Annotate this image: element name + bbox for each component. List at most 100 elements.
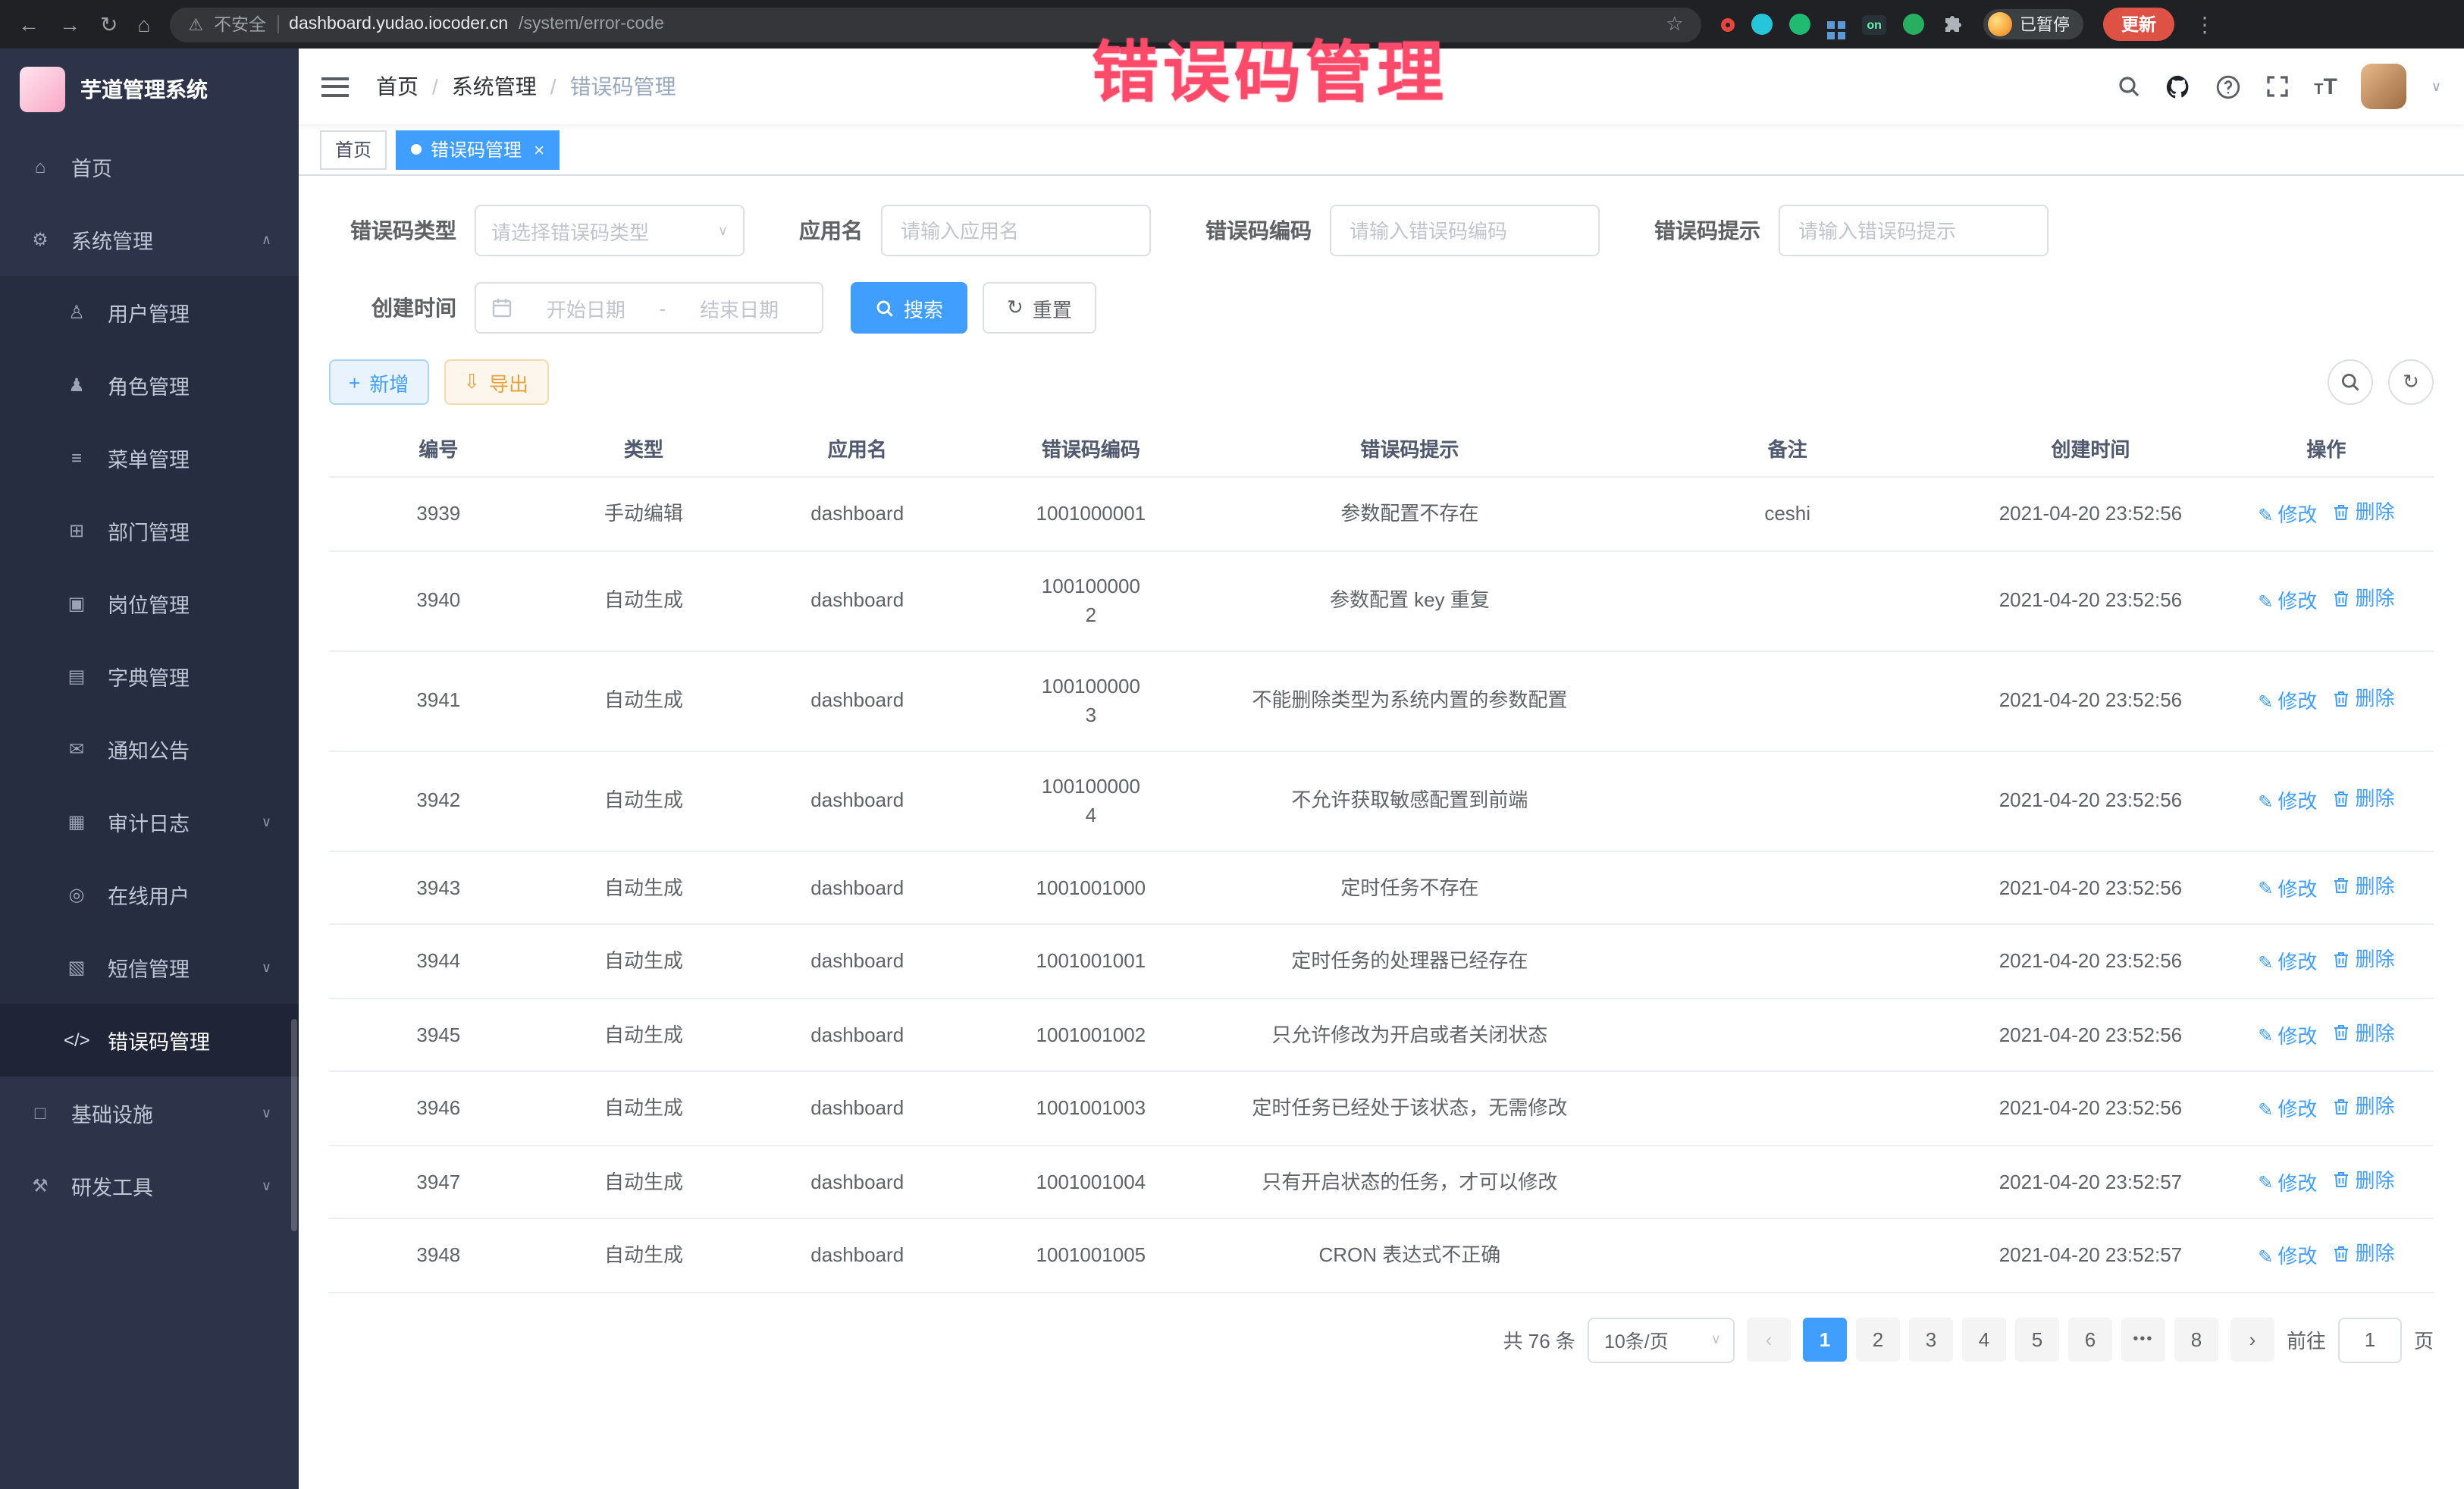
delete-link[interactable]: 删除 — [2332, 685, 2394, 714]
goto-page-input[interactable] — [2338, 1317, 2402, 1362]
delete-link[interactable]: 删除 — [2332, 1165, 2394, 1195]
address-bar[interactable]: ⚠ 不安全 dashboard.yudao.iocoder.cn/system/… — [170, 7, 1701, 42]
github-icon[interactable] — [2165, 74, 2191, 99]
pagination-page-button[interactable]: 1 — [1803, 1318, 1847, 1362]
breadcrumb-item[interactable]: 首页 — [376, 71, 419, 102]
sidebar-item-post-management[interactable]: ▣岗位管理 — [0, 567, 299, 640]
sidebar-item-dept-management[interactable]: ⊞部门管理 — [0, 494, 299, 567]
sidebar-item-infrastructure[interactable]: □基础设施∨ — [0, 1077, 299, 1149]
edit-link[interactable]: ✎修改 — [2258, 1095, 2317, 1124]
sidebar-item-label: 字典管理 — [108, 661, 190, 691]
profile-chip[interactable]: 已暂停 — [1983, 9, 2083, 39]
code-icon: </> — [64, 1030, 89, 1051]
tab-错误码管理[interactable]: 错误码管理 × — [396, 130, 560, 169]
tab-label: 错误码管理 — [431, 136, 522, 162]
chevron-down-icon[interactable]: ∨ — [2431, 78, 2441, 95]
extension-icon[interactable] — [1721, 17, 1735, 31]
browser-home-icon[interactable]: ⌂ — [137, 14, 150, 35]
pagination-page-button[interactable]: 5 — [2015, 1318, 2059, 1362]
puzzle-icon[interactable] — [1941, 13, 1964, 36]
sidebar-item-role-management[interactable]: ♟角色管理 — [0, 349, 299, 422]
extension-icon[interactable] — [1827, 20, 1835, 28]
edit-link[interactable]: ✎修改 — [2258, 1168, 2317, 1198]
browser-back-icon[interactable]: ← — [18, 14, 39, 35]
extension-icon[interactable] — [1903, 14, 1924, 35]
extension-icon[interactable] — [1789, 14, 1810, 35]
browser-reload-icon[interactable]: ↻ — [100, 14, 118, 35]
pagination-prev-button[interactable]: ‹ — [1747, 1318, 1791, 1362]
update-button[interactable]: 更新 — [2103, 8, 2174, 41]
delete-link[interactable]: 删除 — [2332, 871, 2394, 901]
tab-首页[interactable]: 首页 — [320, 130, 387, 169]
sidebar-item-label: 系统管理 — [71, 224, 153, 255]
sidebar-item-error-code-management[interactable]: </>错误码管理 — [0, 1004, 299, 1077]
sidebar-item-menu-management[interactable]: ≡菜单管理 — [0, 422, 299, 494]
sidebar-item-sms-management[interactable]: ▧短信管理∨ — [0, 931, 299, 1004]
delete-link[interactable]: 删除 — [2332, 945, 2394, 974]
add-button[interactable]: + 新增 — [329, 359, 428, 405]
sidebar-toggle-icon[interactable] — [321, 77, 349, 96]
sidebar-item-home[interactable]: ⌂首页 — [0, 130, 299, 203]
sidebar-scrollbar[interactable] — [291, 1019, 297, 1231]
sidebar-item-notice-announcement[interactable]: ✉通知公告 — [0, 713, 299, 785]
pagination-page-button[interactable]: 6 — [2068, 1318, 2112, 1362]
sidebar-item-dict-management[interactable]: ▤字典管理 — [0, 640, 299, 713]
font-size-icon[interactable]: TT — [2314, 74, 2337, 99]
delete-link[interactable]: 删除 — [2332, 785, 2394, 814]
sidebar-item-audit-log[interactable]: ▦审计日志∨ — [0, 785, 299, 858]
error-type-select[interactable]: 请选择错误码类型 ∨ — [475, 205, 745, 256]
logo[interactable]: 芋道管理系统 — [0, 49, 299, 130]
error-msg-input[interactable] — [1779, 205, 2049, 256]
edit-link[interactable]: ✎修改 — [2258, 1021, 2317, 1051]
extension-icon[interactable]: on — [1862, 14, 1886, 34]
delete-link[interactable]: 删除 — [2332, 1092, 2394, 1121]
pagination-page-button[interactable]: 2 — [1856, 1318, 1900, 1362]
refresh-button[interactable]: ↻ — [2388, 359, 2434, 405]
export-button[interactable]: ⇩ 导出 — [444, 359, 548, 405]
search-button[interactable]: 搜索 — [851, 282, 967, 334]
kebab-menu-icon[interactable]: ⋮ — [2194, 14, 2215, 35]
sidebar-item-system-management[interactable]: ⚙系统管理∧ — [0, 203, 299, 276]
pagination-next-button[interactable]: › — [2230, 1318, 2274, 1362]
user-avatar[interactable] — [2362, 64, 2407, 109]
date-range-picker[interactable]: 开始日期 - 结束日期 — [475, 282, 823, 334]
delete-link[interactable]: 删除 — [2332, 585, 2394, 614]
extension-icon[interactable] — [1751, 14, 1773, 35]
delete-link[interactable]: 删除 — [2332, 497, 2394, 527]
edit-link[interactable]: ✎修改 — [2258, 948, 2317, 977]
edit-link[interactable]: ✎修改 — [2258, 1242, 2317, 1271]
sidebar-item-online-users[interactable]: ◎在线用户 — [0, 858, 299, 931]
sidebar-item-dev-tools[interactable]: ⚒研发工具∨ — [0, 1149, 299, 1222]
delete-link[interactable]: 删除 — [2332, 1239, 2394, 1268]
pagination-page-button[interactable]: 8 — [2174, 1318, 2218, 1362]
pagination-page-button[interactable]: 3 — [1909, 1318, 1953, 1362]
pagination-more-button[interactable]: ••• — [2121, 1318, 2165, 1362]
cell-code: 1001001005 — [975, 1218, 1206, 1292]
edit-link[interactable]: ✎修改 — [2258, 500, 2317, 530]
edit-link[interactable]: ✎修改 — [2258, 874, 2317, 904]
error-code-table: 编号类型应用名错误码编码错误码提示备注创建时间操作 3939手动编辑dashbo… — [329, 420, 2434, 1293]
sidebar-item-user-management[interactable]: ♙用户管理 — [0, 276, 299, 349]
browser-forward-icon[interactable]: → — [59, 14, 80, 35]
download-icon: ⇩ — [463, 370, 480, 394]
help-icon[interactable] — [2215, 74, 2241, 99]
app-name-label: 应用名 — [799, 215, 863, 246]
search-icon[interactable] — [2117, 74, 2141, 99]
breadcrumb-item[interactable]: 系统管理 — [452, 71, 537, 102]
security-label[interactable]: 不安全 — [214, 12, 266, 36]
edit-link[interactable]: ✎修改 — [2258, 688, 2317, 717]
pagination-page-button[interactable]: 4 — [1962, 1318, 2006, 1362]
reset-button[interactable]: ↻ 重置 — [983, 282, 1096, 334]
table-tools: ↻ — [2328, 359, 2434, 405]
total-count: 共 76 条 — [1503, 1325, 1575, 1354]
bookmark-star-icon[interactable]: ☆ — [1666, 12, 1683, 36]
fullscreen-icon[interactable] — [2265, 74, 2290, 99]
app-name-input[interactable] — [881, 205, 1151, 256]
toggle-search-button[interactable] — [2328, 359, 2373, 405]
edit-link[interactable]: ✎修改 — [2258, 588, 2317, 617]
delete-link[interactable]: 删除 — [2332, 1018, 2394, 1048]
error-code-input[interactable] — [1330, 205, 1600, 256]
page-size-select[interactable]: 10条/页 ∨ — [1588, 1317, 1735, 1362]
edit-link[interactable]: ✎修改 — [2258, 788, 2317, 817]
close-icon[interactable]: × — [534, 139, 544, 160]
